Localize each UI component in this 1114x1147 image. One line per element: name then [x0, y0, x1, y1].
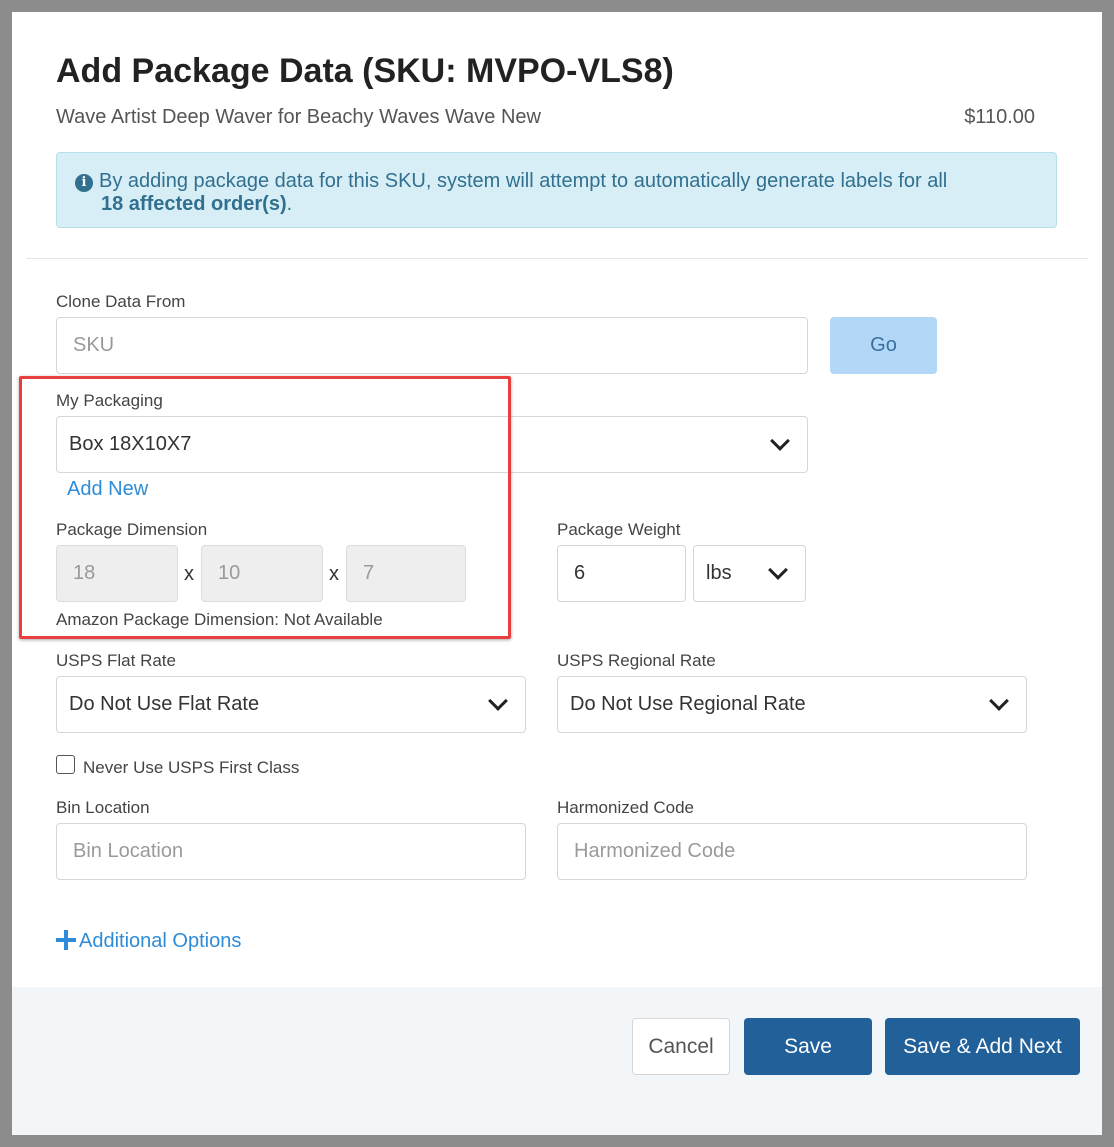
go-button[interactable]: Go: [830, 317, 937, 374]
product-name: Wave Artist Deep Waver for Beachy Waves …: [56, 106, 541, 128]
usps-regional-selected: Do Not Use Regional Rate: [570, 693, 806, 715]
dimension-separator: x: [184, 563, 194, 585]
clone-sku-input[interactable]: SKU: [56, 317, 808, 374]
dimension-length-input: 18: [56, 545, 178, 602]
additional-options-link[interactable]: Additional Options: [79, 930, 241, 953]
usps-flat-selected: Do Not Use Flat Rate: [69, 693, 260, 715]
dimension-width-input: 10: [201, 545, 323, 602]
usps-regional-select[interactable]: Do Not Use Regional Rate: [557, 676, 1027, 733]
bin-location-input[interactable]: Bin Location: [56, 823, 526, 880]
info-alert: i By adding package data for this SKU, sy…: [56, 152, 1057, 228]
dimension-separator: x: [329, 563, 339, 585]
save-button[interactable]: Save: [744, 1018, 872, 1075]
modal-title: Add Package Data (SKU: MVPO-VLS8): [56, 52, 674, 90]
bin-location-label: Bin Location: [56, 798, 150, 817]
chevron-down-icon: [770, 430, 790, 451]
alert-text-end: .: [286, 193, 293, 215]
add-package-modal: Add Package Data (SKU: MVPO-VLS8) Wave A…: [12, 12, 1102, 1135]
usps-flat-label: USPS Flat Rate: [56, 651, 176, 670]
dimension-height-input: 7: [346, 545, 466, 602]
harmonized-code-input[interactable]: Harmonized Code: [557, 823, 1027, 880]
weight-input[interactable]: 6: [557, 545, 686, 602]
packaging-label: My Packaging: [56, 391, 163, 410]
chevron-down-icon: [488, 690, 508, 711]
amazon-dimension-note: Amazon Package Dimension: Not Available: [56, 610, 383, 629]
usps-flat-select[interactable]: Do Not Use Flat Rate: [56, 676, 526, 733]
save-and-add-next-button[interactable]: Save & Add Next: [885, 1018, 1080, 1075]
divider: [26, 258, 1088, 259]
weight-unit-value: lbs: [706, 562, 732, 584]
alert-text: By adding package data for this SKU, sys…: [99, 170, 948, 192]
chevron-down-icon: [989, 690, 1009, 711]
packaging-selected-value: Box 18X10X7: [69, 433, 192, 455]
dimension-label: Package Dimension: [56, 520, 208, 539]
weight-label: Package Weight: [557, 520, 681, 539]
first-class-checkbox[interactable]: [56, 755, 75, 774]
product-price: $110.00: [964, 106, 1035, 128]
chevron-down-icon: [768, 559, 788, 580]
add-new-packaging-link[interactable]: Add New: [67, 478, 148, 501]
weight-unit-select[interactable]: lbs: [693, 545, 806, 602]
packaging-select[interactable]: Box 18X10X7: [56, 416, 808, 473]
first-class-label: Never Use USPS First Class: [83, 758, 300, 777]
usps-regional-label: USPS Regional Rate: [557, 651, 716, 670]
harmonized-code-label: Harmonized Code: [557, 798, 695, 817]
plus-icon[interactable]: [56, 930, 76, 950]
affected-orders-count: 18 affected order(s): [101, 193, 287, 215]
cancel-button[interactable]: Cancel: [632, 1018, 730, 1075]
info-icon: i: [75, 174, 93, 192]
clone-label: Clone Data From: [56, 292, 186, 311]
